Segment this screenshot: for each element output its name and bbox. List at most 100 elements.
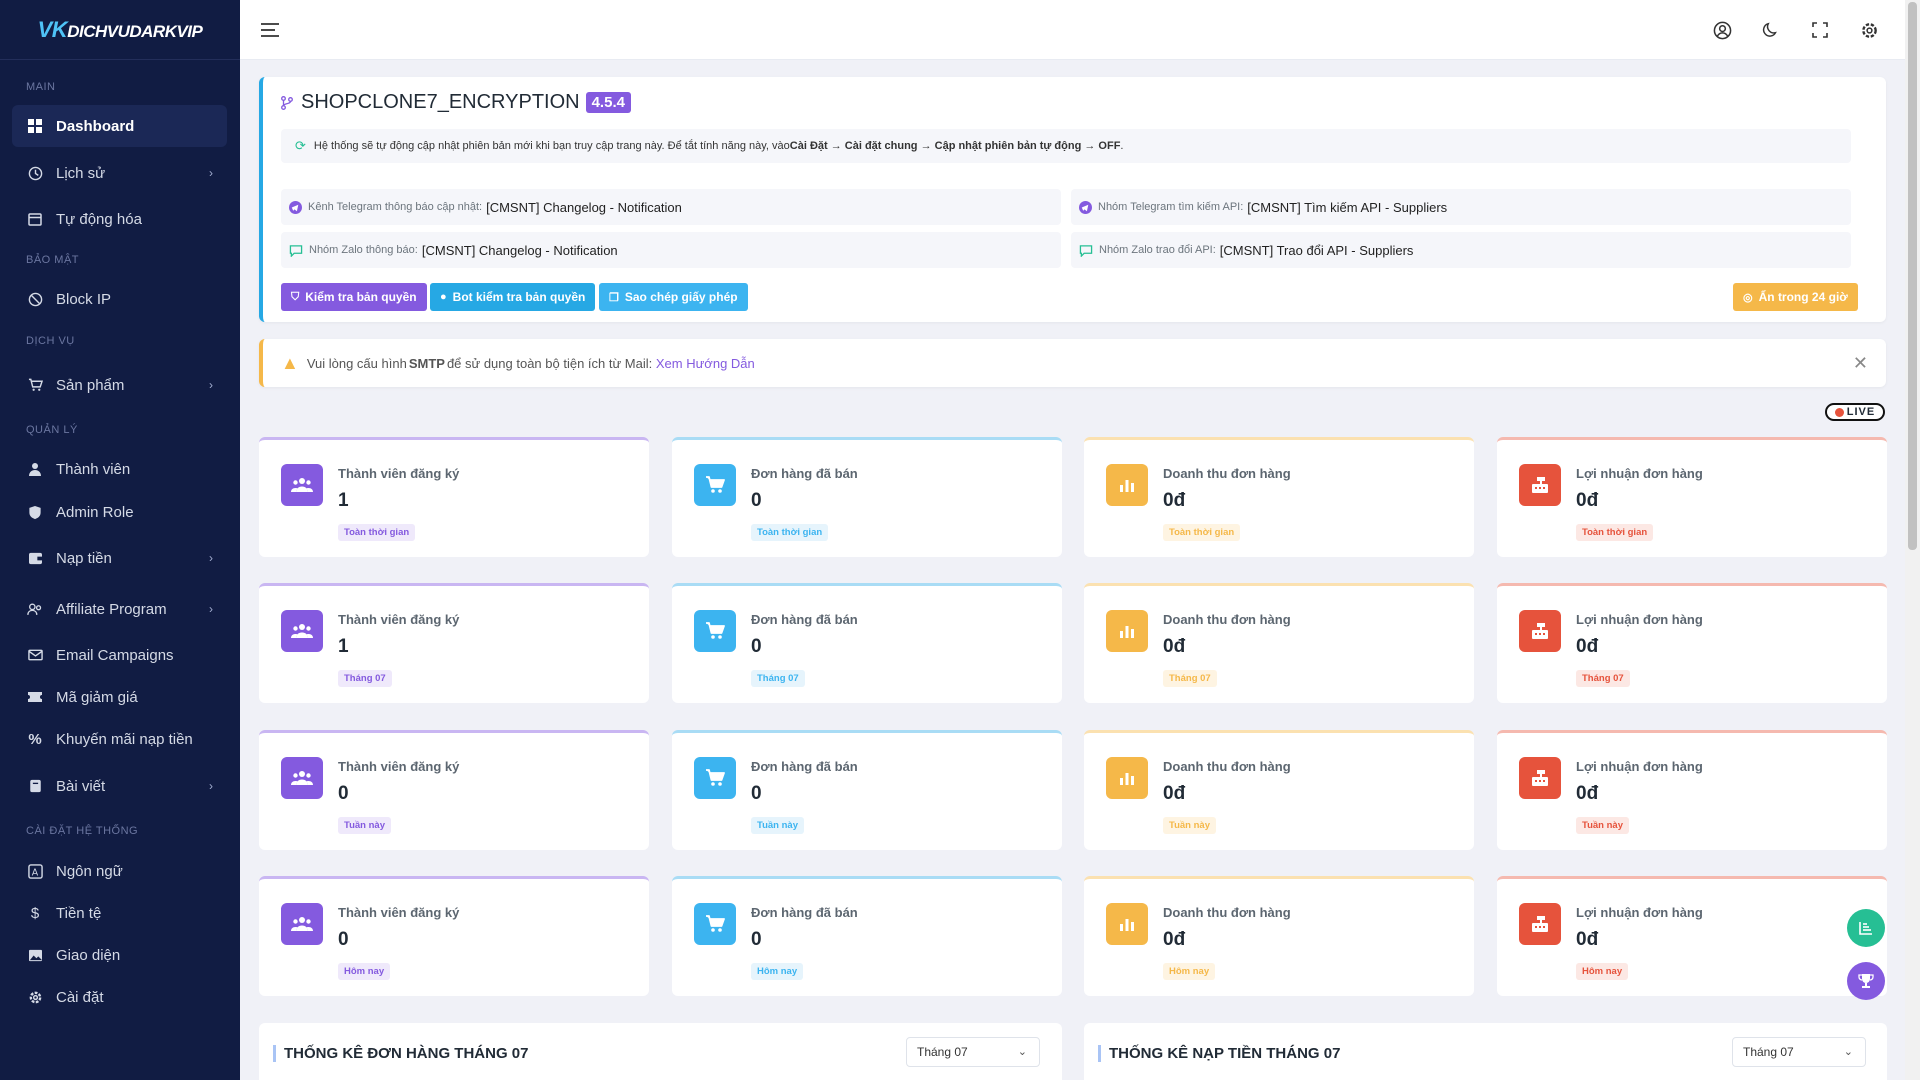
link-value[interactable]: [CMSNT] Trao đổi API - Suppliers [1220,243,1414,258]
sidebar-item-history[interactable]: Lịch sử › [12,152,227,194]
stat-card-profit: Lợi nhuận đơn hàng 0đ Hôm nay [1497,876,1887,996]
shield-icon [26,503,44,521]
telegram-channel-link[interactable]: Kênh Telegram thông báo cập nhật: [CMSNT… [281,189,1061,225]
link-value[interactable]: [CMSNT] Changelog - Notification [422,243,618,258]
guide-link[interactable]: Xem Hướng Dẫn [656,356,755,371]
stat-value: 0 [338,783,349,804]
stat-value: 0đ [1163,636,1186,657]
stat-card-orders: Đơn hàng đã bán 0 Hôm nay [672,876,1062,996]
stat-label: Thành viên đăng ký [338,759,460,774]
stat-period-badge: Hôm nay [751,963,804,980]
stat-card-revenue: Doanh thu đơn hàng 0đ Toàn thời gian [1084,437,1474,557]
sidebar-item-label: Sản phẩm [56,376,125,394]
stat-value: 0 [751,636,762,657]
sidebar-item-dashboard[interactable]: Dashboard [12,105,227,147]
bar-chart-icon [1106,610,1148,652]
sidebar-item-email[interactable]: Email Campaigns [12,634,227,676]
live-dot-icon [1834,407,1844,417]
chart-float-button[interactable] [1847,909,1885,947]
sidebar-item-coupon[interactable]: Mã giảm giá [12,676,227,718]
stat-label: Lợi nhuận đơn hàng [1576,612,1703,627]
topbar [240,0,1905,60]
bot-check-button[interactable]: ● Bot kiểm tra bản quyền [430,283,596,311]
stat-label: Doanh thu đơn hàng [1163,466,1291,481]
sidebar-item-deposit[interactable]: Nạp tiền › [12,537,227,579]
cart-icon [694,903,736,945]
chevron-right-icon: › [209,551,213,565]
cart-icon [694,757,736,799]
telegram-group-link[interactable]: Nhóm Telegram tìm kiếm API: [CMSNT] Tìm … [1071,189,1851,225]
sidebar-item-promo[interactable]: % Khuyến mãi nạp tiền [12,718,227,760]
sidebar-item-theme[interactable]: Giao diện [12,934,227,976]
stat-period-badge: Hôm nay [338,963,391,980]
sidebar-item-members[interactable]: Thành viên [12,448,227,490]
stat-value: 0đ [1576,783,1599,804]
live-label: LIVE [1846,406,1876,418]
wallet-icon [26,549,44,567]
link-value[interactable]: [CMSNT] Changelog - Notification [486,200,682,215]
copy-license-button[interactable]: ❐ Sao chép giấy phép [599,283,748,311]
fullscreen-icon[interactable] [1808,18,1832,42]
version-card: SHOPCLONE7_ENCRYPTION 4.5.4 ⟳ Hệ thống s… [259,77,1886,322]
sidebar-item-block-ip[interactable]: Block IP [12,278,227,320]
zalo-notify-link[interactable]: Nhóm Zalo thông báo: [CMSNT] Changelog -… [281,232,1061,268]
stat-card-members: Thành viên đăng ký 0 Hôm nay [259,876,649,996]
sidebar-item-label: Affiliate Program [56,600,167,618]
sidebar-item-products[interactable]: Sản phẩm › [12,364,227,406]
sidebar-item-affiliate[interactable]: Affiliate Program › [12,588,227,630]
stat-label: Doanh thu đơn hàng [1163,905,1291,920]
stat-label: Đơn hàng đã bán [751,466,858,481]
calendar-icon [26,210,44,228]
sidebar-item-language[interactable]: A Ngôn ngữ [12,850,227,892]
sidebar-item-automation[interactable]: Tự động hóa [12,198,227,240]
page-scrollbar[interactable] [1905,0,1920,1080]
sidebar-item-posts[interactable]: Bài viết › [12,765,227,807]
chat-icon [289,244,303,257]
language-icon: A [26,862,44,880]
zalo-api-link[interactable]: Nhóm Zalo trao đổi API: [CMSNT] Trao đổi… [1071,232,1851,268]
sidebar-item-settings[interactable]: Cài đặt [12,976,227,1018]
sidebar-item-label: Admin Role [56,503,134,521]
alert-text-2: để sử dụng toàn bộ tiện ích từ Mail: [446,355,653,371]
users-icon [281,610,323,652]
stat-value: 0 [751,783,762,804]
hide-24h-button[interactable]: ◎ Ẩn trong 24 giờ [1733,283,1858,311]
bar-chart-icon [1106,903,1148,945]
close-icon[interactable]: ✕ [1853,353,1868,374]
stat-card-members: Thành viên đăng ký 0 Tuần này [259,730,649,850]
info-text: Hệ thống sẽ tự động cập nhật phiên bản m… [313,140,790,152]
scrollbar-thumb[interactable] [1908,2,1917,550]
image-icon [26,946,44,964]
button-label: Ẩn trong 24 giờ [1758,290,1848,304]
check-license-button[interactable]: ⛉ Kiểm tra bản quyền [281,283,427,311]
cash-register-icon [1519,903,1561,945]
trophy-float-button[interactable] [1847,962,1885,1000]
sidebar-item-label: Mã giảm giá [56,688,138,706]
link-value[interactable]: [CMSNT] Tìm kiếm API - Suppliers [1247,200,1447,215]
brand-logo[interactable]: VKDICHVUDARKVIP [38,17,203,43]
moon-icon[interactable] [1759,18,1783,42]
ticket-icon [26,688,44,706]
bar-chart-icon [1106,757,1148,799]
sidebar: VKDICHVUDARKVIP MAIN Dashboard Lịch sử ›… [0,0,240,1080]
stat-value: 0 [751,490,762,511]
button-label: Bot kiểm tra bản quyền [452,290,586,304]
nav-section-main: MAIN [26,81,56,93]
orders-month-select[interactable]: Tháng 07 ⌄ [906,1037,1040,1067]
profile-icon[interactable] [1710,18,1734,42]
sidebar-item-label: Tiền tệ [56,904,102,922]
cash-register-icon [1519,757,1561,799]
stat-period-badge: Tháng 07 [1163,670,1217,687]
brand[interactable]: VKDICHVUDARKVIP [0,0,240,60]
sidebar-item-currency[interactable]: $ Tiền tệ [12,892,227,934]
sidebar-item-admin-role[interactable]: Admin Role [12,491,227,533]
users-icon [281,757,323,799]
cart-icon [694,464,736,506]
robot-icon: ● [440,291,447,303]
link-label: Nhóm Zalo trao đổi API: [1099,244,1216,256]
cash-register-icon [1519,464,1561,506]
deposit-month-select[interactable]: Tháng 07 ⌄ [1732,1037,1866,1067]
eye-slash-icon: ◎ [1743,291,1753,304]
menu-toggle-icon[interactable] [258,18,282,42]
settings-gear-icon[interactable] [1857,18,1881,42]
